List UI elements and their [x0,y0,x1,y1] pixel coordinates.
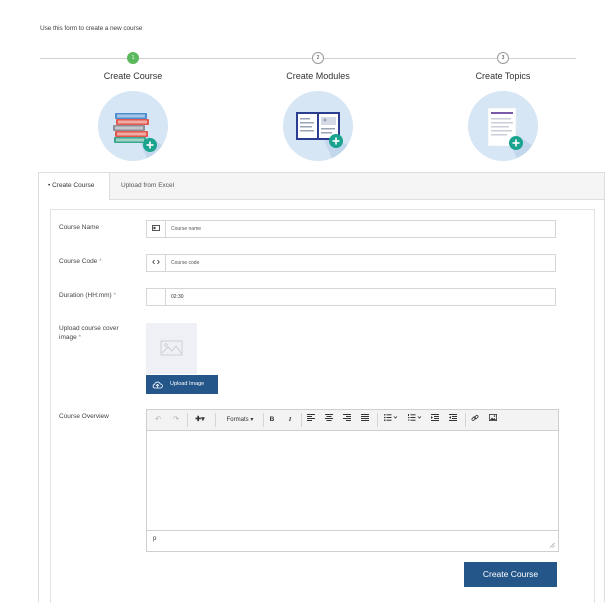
course-form-panel: • Create Course Upload from Excel Course… [38,172,605,603]
upload-image-label: Upload Image [170,381,205,387]
bullet-list-icon[interactable] [381,414,401,426]
bold-icon[interactable]: B [267,414,277,426]
open-book-icon [283,91,353,161]
element-path[interactable]: p [153,536,156,542]
books-icon [98,91,168,161]
course-name-field[interactable] [146,220,556,238]
step-2-indicator[interactable]: 2 [312,52,324,64]
duration-input[interactable] [171,289,551,305]
tab-upload-from-excel[interactable]: Upload from Excel [121,173,174,199]
step-1-label: Create Course [103,71,163,81]
rich-text-editor[interactable]: ↶ ↷ ✚▾ Formats ▾ B I p [146,409,559,552]
course-code-field[interactable] [146,254,556,272]
formats-dropdown[interactable]: Formats ▾ [220,414,260,426]
duration-label: Duration (HH:mm) * [59,292,117,299]
resize-handle-icon[interactable] [549,542,555,548]
step-1-indicator[interactable]: 1 [127,52,139,64]
step-2-label: Create Modules [286,71,350,81]
document-icon [468,91,538,161]
code-icon [147,255,166,271]
undo-icon[interactable]: ↶ [152,414,164,426]
image-placeholder-icon [160,340,183,356]
form-intro-text: Use this form to create a new course [40,25,143,32]
align-center-icon[interactable] [323,414,335,426]
editor-statusbar: p [147,530,558,551]
tab-create-course[interactable]: • Create Course [39,173,110,200]
course-code-label: Course Code * [59,258,102,265]
stepper-line [40,58,576,59]
create-course-button[interactable]: Create Course [464,562,557,587]
step-3-label: Create Topics [475,71,531,81]
outdent-icon[interactable] [429,414,441,426]
course-name-label: Course Name [59,224,100,231]
cloud-upload-icon [152,381,163,388]
align-right-icon[interactable] [341,414,353,426]
upload-image-button[interactable]: Upload Image [146,375,218,394]
duration-field[interactable] [146,288,556,306]
insert-image-icon[interactable] [487,414,499,426]
id-card-icon [147,221,166,237]
course-code-input[interactable] [171,255,551,271]
link-icon[interactable] [469,414,481,426]
step-3-indicator[interactable]: 3 [497,52,509,64]
course-name-input[interactable] [171,221,551,237]
tab-bar: • Create Course Upload from Excel [39,173,604,200]
cover-image-preview[interactable] [146,323,197,374]
align-justify-icon[interactable] [359,414,371,426]
form-body: Course Name Course Code * Duration (HH:m… [50,209,595,603]
indent-icon[interactable] [447,414,459,426]
italic-icon[interactable]: I [285,414,295,426]
numbered-list-icon[interactable] [405,414,425,426]
insert-plus-icon[interactable]: ✚▾ [192,414,208,426]
align-left-icon[interactable] [305,414,317,426]
duration-addon [147,289,166,305]
cover-image-label: Upload course cover image * [59,325,119,341]
course-overview-label: Course Overview [59,413,109,420]
editor-toolbar: ↶ ↷ ✚▾ Formats ▾ B I [147,410,558,431]
redo-icon[interactable]: ↷ [170,414,182,426]
